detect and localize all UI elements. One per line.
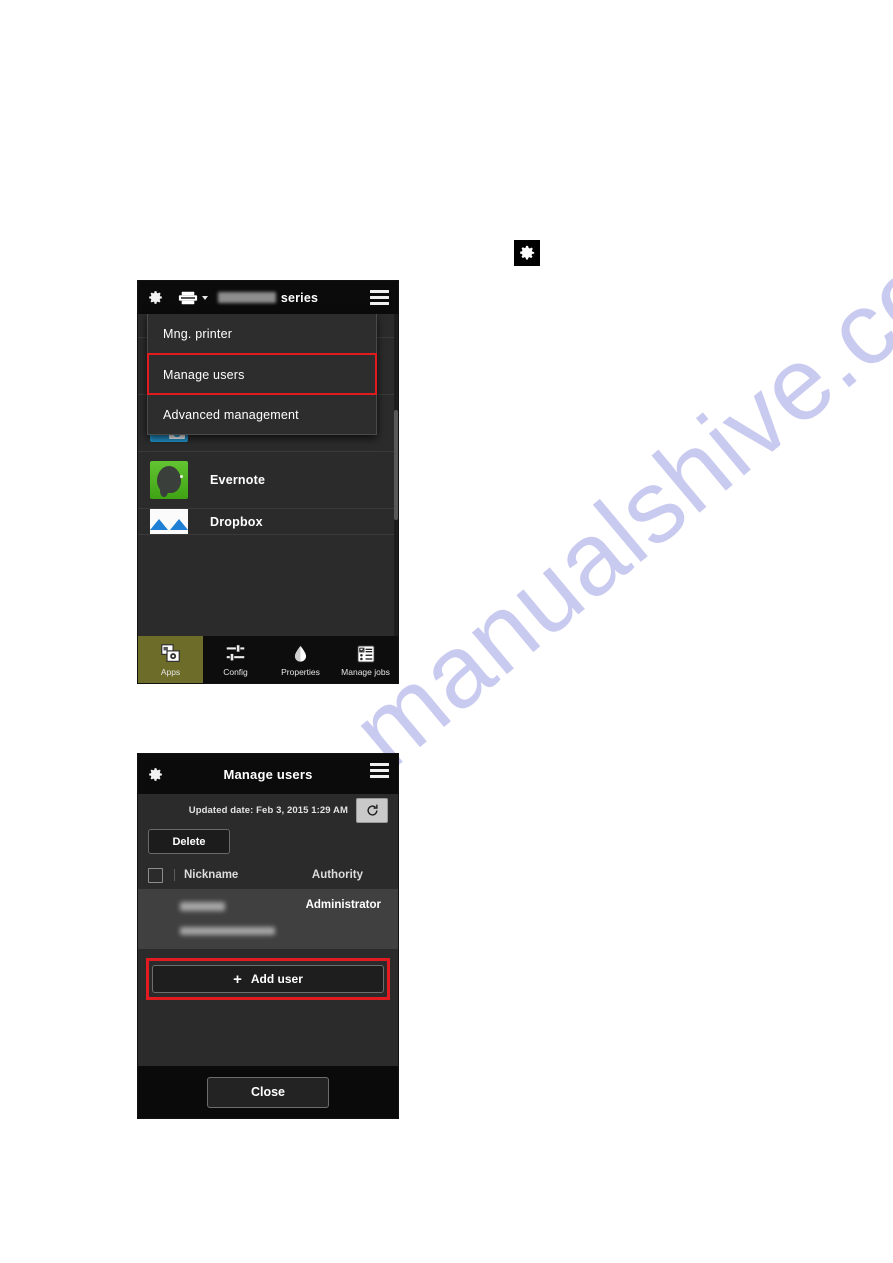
watermark-text: manualshive.com xyxy=(330,175,893,789)
close-button-label: Close xyxy=(250,1085,286,1099)
printer-apps-screen: series Facebook Photos in Tweets Evernot… xyxy=(138,281,398,683)
users-table-header: Nickname Authority xyxy=(148,861,388,889)
delete-button[interactable]: Delete xyxy=(148,829,230,854)
add-user-button[interactable]: + Add user xyxy=(152,965,384,993)
printer-selector[interactable] xyxy=(178,291,208,305)
user-email-redacted xyxy=(180,927,275,935)
gear-icon xyxy=(514,240,540,266)
checklist-icon xyxy=(356,643,376,665)
menu-item-manage-users[interactable]: Manage users xyxy=(147,353,377,395)
printer-model-redacted xyxy=(217,291,276,303)
column-header-authority: Authority xyxy=(311,869,363,881)
printer-icon xyxy=(178,291,198,305)
add-user-label: Add user xyxy=(250,972,303,986)
table-row[interactable]: Administrator xyxy=(138,889,398,949)
nav-tab-config[interactable]: Config xyxy=(203,636,268,683)
config-sliders-icon xyxy=(225,643,246,665)
settings-dropdown-menu[interactable]: Mng. printer Manage users Advanced manag… xyxy=(147,314,377,435)
plus-icon: + xyxy=(233,970,242,988)
nav-tab-properties[interactable]: Properties xyxy=(268,636,333,683)
column-header-nickname: Nickname xyxy=(174,869,238,881)
ink-drop-icon xyxy=(291,643,310,665)
nav-tab-manage-jobs[interactable]: Manage jobs xyxy=(333,636,398,683)
evernote-icon xyxy=(150,461,188,499)
chevron-down-icon xyxy=(202,295,208,300)
bottom-navigation-bar: Apps Config Properties Manage jobs xyxy=(138,636,398,683)
page-title: Manage users xyxy=(223,766,313,782)
menu-item-label: Mng. printer xyxy=(163,327,233,341)
nav-tab-label: Apps xyxy=(160,666,181,677)
user-nickname-redacted xyxy=(180,902,225,911)
apps-header-bar: series xyxy=(138,281,398,314)
add-user-highlight: + Add user xyxy=(146,958,390,1000)
manage-users-screen: Manage users Updated date: Feb 3, 2015 1… xyxy=(138,754,398,1118)
select-all-checkbox[interactable] xyxy=(148,867,163,883)
refresh-button[interactable] xyxy=(356,798,388,823)
hamburger-icon[interactable] xyxy=(370,290,389,305)
manage-users-body: Updated date: Feb 3, 2015 1:29 AM Delete… xyxy=(138,794,398,1066)
nav-tab-label: Manage jobs xyxy=(341,666,390,677)
updated-date-row: Updated date: Feb 3, 2015 1:29 AM xyxy=(148,794,388,827)
list-item[interactable]: Dropbox xyxy=(138,509,398,535)
user-authority: Administrator xyxy=(305,899,381,911)
close-button[interactable]: Close xyxy=(207,1076,329,1108)
printer-series-label: series xyxy=(280,290,319,305)
app-label: Evernote xyxy=(210,473,266,487)
delete-button-label: Delete xyxy=(172,835,206,848)
manage-users-header-bar: Manage users xyxy=(138,754,398,794)
nav-tab-label: Config xyxy=(223,666,248,677)
printer-model-title: series xyxy=(138,291,398,305)
updated-date-label: Updated date: Feb 3, 2015 1:29 AM xyxy=(188,805,348,816)
nav-tab-label: Properties xyxy=(281,666,320,677)
dropbox-icon xyxy=(150,509,188,534)
hamburger-icon[interactable] xyxy=(370,763,389,778)
list-item[interactable]: Evernote xyxy=(138,452,398,509)
gear-icon[interactable] xyxy=(147,766,164,783)
menu-item-label: Advanced management xyxy=(163,407,299,422)
menu-item-advanced-management[interactable]: Advanced management xyxy=(148,394,376,434)
menu-item-mng-printer[interactable]: Mng. printer xyxy=(148,314,376,354)
gear-icon[interactable] xyxy=(147,289,164,306)
menu-item-label: Manage users xyxy=(163,367,245,382)
scrollbar-track[interactable] xyxy=(394,314,398,636)
refresh-icon xyxy=(365,803,380,818)
scrollbar-thumb[interactable] xyxy=(394,410,398,520)
manage-users-footer: Close xyxy=(138,1066,398,1118)
watermark: manualshive.com xyxy=(0,0,893,1263)
apps-icon xyxy=(160,643,181,665)
nav-tab-apps[interactable]: Apps xyxy=(138,636,203,683)
app-label: Dropbox xyxy=(210,514,263,529)
